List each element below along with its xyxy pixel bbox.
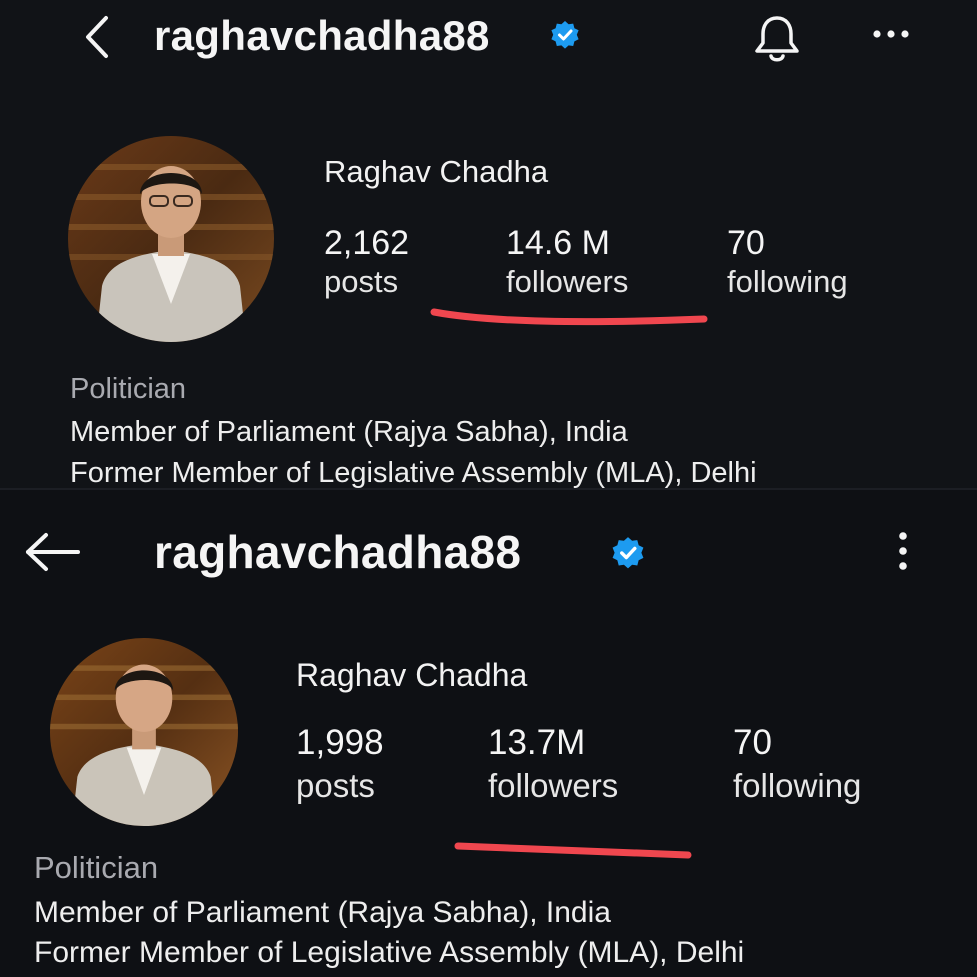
posts-count: 1,998 (296, 723, 384, 762)
highlight-underline (454, 842, 692, 859)
profile-username: raghavchadha88 (154, 12, 490, 59)
followers-count: 14.6 M (506, 224, 610, 262)
stat-following[interactable]: 70 following (733, 722, 861, 808)
bio-line: Member of Parliament (Rajya Sabha), Indi… (70, 416, 628, 448)
followers-label: followers (488, 767, 619, 804)
posts-count: 2,162 (324, 224, 410, 262)
more-vertical-icon[interactable] (892, 528, 914, 574)
highlight-underline (430, 308, 708, 326)
stat-followers[interactable]: 14.6 M followers (506, 224, 628, 302)
profile-photo (50, 638, 238, 826)
profile-photo (68, 136, 274, 342)
avatar[interactable] (68, 136, 274, 342)
stat-following[interactable]: 70 following (727, 224, 848, 302)
bell-icon[interactable] (750, 12, 804, 64)
profile-display-name: Raghav Chadha (296, 657, 528, 693)
stat-posts[interactable]: 1,998 posts (296, 722, 384, 808)
verified-badge-icon (612, 537, 644, 569)
profile-screenshot-top: raghavchadha88 Raghav Chadha 2,162 posts… (0, 0, 977, 490)
bio-line: Member of Parliament (Rajya Sabha), Indi… (34, 896, 611, 929)
bio-line: Former Member of Legislative Assembly (M… (70, 457, 757, 489)
arrow-left-icon[interactable] (22, 532, 82, 572)
chevron-left-icon[interactable] (80, 14, 114, 60)
following-count: 70 (727, 224, 765, 262)
followers-label: followers (506, 264, 629, 299)
following-label: following (733, 767, 862, 804)
following-label: following (727, 264, 848, 299)
profile-display-name: Raghav Chadha (324, 154, 549, 189)
posts-label: posts (324, 264, 399, 299)
followers-count: 13.7M (488, 723, 586, 762)
stat-posts[interactable]: 2,162 posts (324, 224, 409, 302)
following-count: 70 (733, 723, 772, 762)
posts-label: posts (296, 767, 375, 804)
verified-badge-icon (551, 21, 579, 49)
profile-category: Politician (70, 373, 187, 405)
more-horizontal-icon[interactable] (868, 26, 914, 42)
profile-screenshot-bottom: raghavchadha88 Raghav Chadha 1,998 posts… (0, 490, 977, 977)
profile-category: Politician (34, 850, 159, 885)
bio-line: Former Member of Legislative Assembly (M… (34, 936, 745, 969)
stat-followers[interactable]: 13.7M followers (488, 722, 618, 808)
profile-username: raghavchadha88 (154, 526, 522, 578)
avatar[interactable] (50, 638, 238, 826)
